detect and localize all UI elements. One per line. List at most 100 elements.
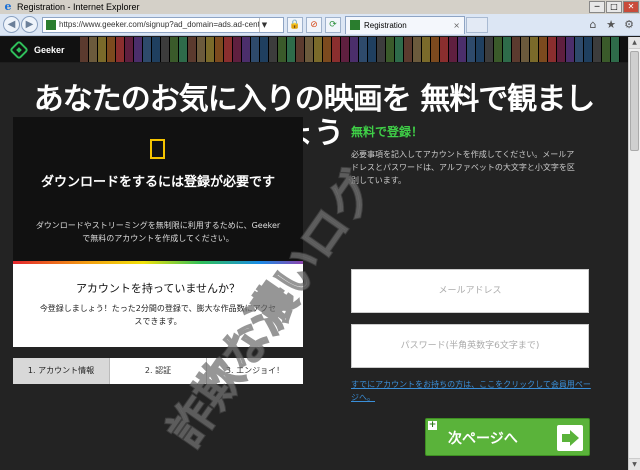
movie-poster-thumb [431,37,440,62]
movie-poster-thumb [575,37,584,62]
step-enjoy: 3. エンジョイ！ [207,358,303,384]
download-text: ダウンロードやストリーミングを無制限に利用するために、Geekerで無料のアカウ… [35,221,281,243]
movie-poster-thumb [323,37,332,62]
member-login-link[interactable]: すでにアカウントをお持ちの方は、ここをクリックして会員用ページへ。 [351,378,596,404]
movie-poster-thumb [107,37,116,62]
star-icon[interactable]: ★ [604,18,618,32]
forward-icon[interactable]: ▶ [21,16,38,33]
window-title: Registration - Internet Explorer [17,2,140,12]
movie-poster-thumb [512,37,521,62]
ie-logo-icon: e [4,0,12,13]
movie-poster-thumb [179,37,188,62]
browser-tab-registration[interactable]: Registration × [345,15,465,34]
tab-close-icon[interactable]: × [453,21,460,30]
next-page-button[interactable]: + 次ページへ [425,418,590,456]
movie-poster-thumb [314,37,323,62]
chevron-down-icon[interactable]: ▼ [259,17,269,32]
lock-icon[interactable]: 🔒 [287,16,303,33]
movie-poster-thumb [188,37,197,62]
movie-poster-thumb [125,37,134,62]
movie-poster-thumb [233,37,242,62]
movie-poster-thumb [341,37,350,62]
scroll-down-icon[interactable]: ▼ [629,458,640,470]
movie-poster-thumb [332,37,341,62]
browser-navbar: ◀ ▶ https://www.geeker.com/signup?ad_dom… [0,14,640,36]
movie-poster-thumb [134,37,143,62]
movie-poster-thumb [386,37,395,62]
site-header: Geeker [0,37,628,62]
movie-poster-thumb [143,37,152,62]
close-window-button[interactable]: ✕ [623,1,639,13]
signup-steps: 1. アカウント情報 2. 認証 3. エンジョイ！ [13,358,303,384]
tab-label: Registration [364,20,407,30]
browser-tools: ⌂ ★ ⚙ [582,18,636,32]
movie-poster-thumb [602,37,611,62]
movie-poster-thumb [458,37,467,62]
email-field[interactable]: メールアドレス [351,269,589,313]
movie-poster-thumb [170,37,179,62]
movie-poster-thumb [593,37,602,62]
phone-icon [150,139,165,159]
password-field[interactable]: パスワード(半角英数字6文字まで) [351,324,589,368]
tab-favicon [350,20,360,30]
no-account-heading: アカウントを持っていませんか？ [75,282,241,295]
refresh-icon[interactable]: ⟳ [325,16,341,33]
movie-poster-thumb [611,37,620,62]
movie-poster-thumb [251,37,260,62]
no-account-box: アカウントを持っていませんか？ 今登録しましょう！たった2分間の登録で、膨大な作… [13,264,303,347]
movie-poster-thumb [287,37,296,62]
scroll-up-icon[interactable]: ▲ [629,37,640,49]
home-icon[interactable]: ⌂ [586,18,600,32]
brand-name[interactable]: Geeker [34,45,65,55]
movie-poster-thumb [215,37,224,62]
movie-poster-thumb [278,37,287,62]
geeker-logo-icon[interactable] [9,39,29,60]
new-tab-button[interactable] [466,16,488,33]
movie-poster-thumb [377,37,386,62]
movie-poster-thumb [161,37,170,62]
movie-poster-thumb [494,37,503,62]
movie-poster-thumb [467,37,476,62]
movie-poster-thumb [305,37,314,62]
movie-poster-thumb [404,37,413,62]
movie-poster-thumb [98,37,107,62]
movie-poster-thumb [368,37,377,62]
movie-poster-thumb [557,37,566,62]
vertical-scrollbar[interactable]: ▲ ▼ [628,37,640,470]
minimize-button[interactable]: ─ [589,1,605,13]
no-account-text: 今登録しましょう！たった2分間の登録で、膨大な作品数にアクセスできます。 [39,304,277,326]
gear-icon[interactable]: ⚙ [622,18,636,32]
movie-poster-thumb [584,37,593,62]
arrow-right-icon [557,425,583,451]
movie-poster-thumb [422,37,431,62]
poster-strip [80,37,628,62]
movie-poster-thumb [539,37,548,62]
movie-poster-thumb [530,37,539,62]
movie-poster-thumb [350,37,359,62]
movie-poster-thumb [89,37,98,62]
movie-poster-thumb [485,37,494,62]
movie-poster-thumb [296,37,305,62]
window-titlebar: e Registration - Internet Explorer ─ □ ✕ [0,0,640,14]
site-favicon [46,19,56,30]
register-description: 必要事項を記入してアカウントを作成してください。メールアドレスとパスワードは、ア… [351,150,575,185]
register-title: 無料で登録！ [351,125,424,139]
scroll-thumb[interactable] [630,51,639,151]
movie-poster-thumb [80,37,89,62]
movie-poster-thumb [206,37,215,62]
maximize-button[interactable]: □ [606,1,622,13]
address-url[interactable]: https://www.geeker.com/signup?ad_domain=… [59,20,259,29]
movie-poster-thumb [521,37,530,62]
info-panel: ダウンロードをするには登録が必要です ダウンロードやストリーミングを無制限に利用… [13,117,303,347]
address-bar[interactable]: https://www.geeker.com/signup?ad_domain=… [42,16,284,33]
movie-poster-thumb [224,37,233,62]
movie-poster-thumb [449,37,458,62]
compat-icon[interactable]: ⊘ [306,16,322,33]
movie-poster-thumb [260,37,269,62]
movie-poster-thumb [395,37,404,62]
window-controls: ─ □ ✕ [589,0,640,14]
back-icon[interactable]: ◀ [3,16,20,33]
movie-poster-thumb [503,37,512,62]
movie-poster-thumb [269,37,278,62]
movie-poster-thumb [197,37,206,62]
